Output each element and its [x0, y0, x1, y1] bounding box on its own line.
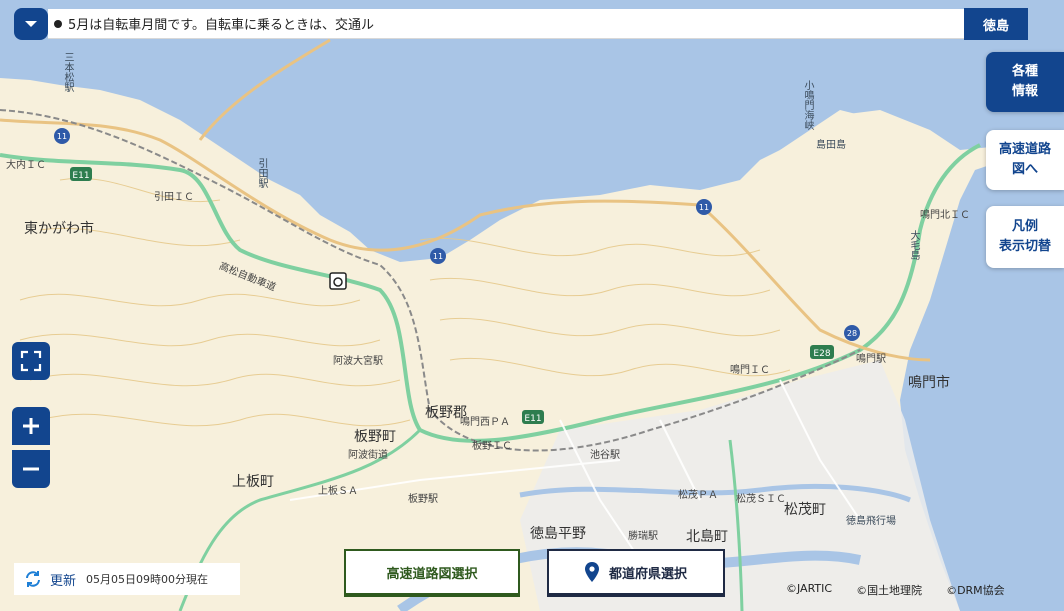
- route-shield-11-c: 11: [696, 199, 712, 215]
- route-e11-label: E11: [524, 414, 541, 424]
- map-label-naruto-kita-ic: 鳴門北ＩＣ: [920, 210, 970, 221]
- route-28-label: 28: [847, 329, 857, 338]
- route-shield-e28: E28: [810, 345, 834, 359]
- map-label-shimada-shima: 島田島: [816, 140, 846, 151]
- map-label-matsushige-pa: 松茂ＰＡ: [678, 490, 718, 501]
- map-label-matsushige-sic: 松茂ＳＩＣ: [736, 494, 786, 505]
- minus-icon: [23, 467, 39, 471]
- map-label-naruto-eki: 鳴門駅: [856, 354, 886, 365]
- credit-drm: ©DRM協会: [946, 584, 1005, 597]
- map-label-awa-highway: 阿波街道: [348, 450, 388, 461]
- info-button-line1: 各種: [1011, 64, 1038, 79]
- map-label-sanbonmatsu-eki: 三本松駅: [62, 52, 73, 92]
- map-label-hiketa-eki: 引田駅: [256, 158, 267, 188]
- fullscreen-button[interactable]: [12, 342, 50, 380]
- map-canvas[interactable]: E11 E11 E28 11 11 11 28: [0, 0, 1064, 611]
- route-shield-28: 28: [844, 325, 860, 341]
- expressway-map-button-line2: 図へ: [1011, 162, 1038, 177]
- top-bar: 5月は自転車月間です。自転車に乗るときは、交通ル 徳島: [14, 8, 1028, 40]
- expressway-map-button[interactable]: 高速道路 図へ: [986, 130, 1064, 190]
- map-label-kitajima-cho: 北島町: [686, 529, 728, 545]
- fullscreen-icon: [20, 350, 42, 372]
- map-label-itano-ic: 板野ＩＣ: [472, 441, 512, 452]
- map-label-ouchi-ic: 大内ＩＣ: [6, 160, 46, 171]
- zoom-in-button[interactable]: [12, 407, 50, 445]
- legend-toggle-button-line1: 凡例: [1011, 219, 1038, 234]
- update-timestamp: 05月05日09時00分現在: [86, 573, 209, 586]
- map-label-ogejima: 大毛島: [908, 230, 919, 260]
- caret-down-icon: [25, 21, 37, 27]
- map-label-hiketa-ic: 引田ＩＣ: [154, 192, 194, 203]
- expressway-map-button-line1: 高速道路: [998, 142, 1051, 157]
- route-shield-11-b: 11: [430, 248, 446, 264]
- map-label-awa-omiya-eki: 阿波大宮駅: [333, 356, 383, 367]
- traffic-camera-icon[interactable]: [329, 272, 347, 290]
- news-ticker[interactable]: 5月は自転車月間です。自転車に乗るときは、交通ル: [48, 9, 966, 39]
- legend-toggle-button-line2: 表示切替: [998, 239, 1051, 254]
- map-label-tokushima-heiya: 徳島平野: [530, 526, 586, 542]
- map-label-itano-eki: 板野駅: [408, 494, 438, 505]
- region-button[interactable]: 徳島: [964, 8, 1028, 40]
- map-label-naruto-ic: 鳴門ＩＣ: [730, 365, 770, 376]
- route-e28-label: E28: [813, 349, 830, 359]
- route-shield-e11-a: E11: [70, 167, 92, 181]
- map-pin-icon: [584, 562, 599, 582]
- route-11-label: 11: [433, 252, 443, 261]
- prefecture-select-label: 都道府県選択: [608, 566, 687, 582]
- map-label-kamiita-cho: 上板町: [232, 474, 274, 490]
- info-button-line2: 情報: [1011, 84, 1038, 99]
- map-label-matsushige-cho: 松茂町: [784, 502, 826, 518]
- route-e11-label: E11: [72, 171, 89, 181]
- plus-icon: [23, 418, 39, 434]
- map-label-shozui-eki: 勝瑞駅: [628, 531, 658, 542]
- map-label-itano-cho: 板野町: [354, 429, 396, 445]
- route-11-label: 11: [699, 203, 709, 212]
- credit-jartic: ©JARTIC: [786, 582, 833, 595]
- map-label-tokushima-airport: 徳島飛行場: [846, 516, 896, 527]
- map-label-ikenotani-eki: 池谷駅: [590, 450, 620, 461]
- update-panel[interactable]: 更新 05月05日09時00分現在: [14, 563, 240, 595]
- route-shield-11-a: 11: [54, 128, 70, 144]
- refresh-icon: [26, 571, 40, 587]
- route-11-label: 11: [57, 132, 67, 141]
- prefecture-select-button[interactable]: 都道府県選択: [547, 549, 725, 597]
- ticker-toggle-button[interactable]: [14, 8, 48, 40]
- update-label[interactable]: 更新: [50, 570, 76, 589]
- credit-gsi: ©国土地理院: [856, 584, 923, 597]
- map-label-naruto-nishi-pa: 鳴門西ＰＡ: [460, 417, 510, 428]
- legend-toggle-button[interactable]: 凡例 表示切替: [986, 206, 1064, 268]
- zoom-out-button[interactable]: [12, 450, 50, 488]
- bullet-icon: [54, 19, 62, 28]
- ticker-text: 5月は自転車月間です。自転車に乗るときは、交通ル: [68, 18, 374, 33]
- info-button[interactable]: 各種 情報: [986, 52, 1064, 112]
- map-label-higashikagawa: 東かがわ市: [24, 221, 94, 237]
- map-credits: ©JARTIC ©国土地理院 ©DRM協会: [786, 582, 1005, 598]
- route-shield-e11-b: E11: [522, 410, 544, 424]
- map-label-komanari-kaikyo: 小鳴門海峡: [802, 80, 813, 130]
- map-label-kamiita-sa: 上板ＳＡ: [318, 486, 358, 497]
- expressway-map-select-button[interactable]: 高速道路図選択: [344, 549, 520, 597]
- map-label-naruto-shi: 鳴門市: [908, 375, 950, 391]
